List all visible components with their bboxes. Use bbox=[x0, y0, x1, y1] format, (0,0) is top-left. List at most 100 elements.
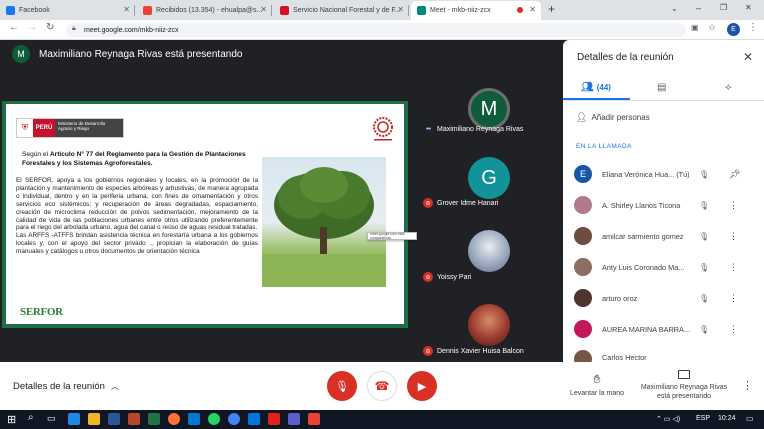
chat-icon: ▤ bbox=[657, 82, 667, 93]
close-tab-icon[interactable]: ✕ bbox=[529, 5, 536, 14]
url-field[interactable]: 🔒︎ meet.google.com/mkb-niiz-zcx bbox=[66, 23, 686, 37]
powerpoint-icon[interactable] bbox=[128, 413, 140, 425]
store-icon[interactable] bbox=[248, 413, 260, 425]
mic-off-icon: 🎙︎ bbox=[699, 231, 710, 241]
presenting-button[interactable]: Maximiliano Reynaga Rivas está presentan… bbox=[634, 370, 734, 401]
windows-start-icon[interactable]: ⊞ bbox=[7, 413, 16, 426]
speaking-indicator-icon: ••• bbox=[425, 125, 431, 133]
outlook-icon[interactable] bbox=[188, 413, 200, 425]
profile-avatar[interactable]: E bbox=[727, 23, 740, 36]
participant-photo-avatar bbox=[574, 320, 592, 338]
browser-menu-icon[interactable]: ⋮ bbox=[748, 22, 758, 33]
browser-tab-meet[interactable]: Meet - mkb-niiz-zcx ✕ bbox=[411, 1, 541, 20]
task-view-icon[interactable]: ▭ bbox=[47, 413, 56, 424]
system-tray-icons[interactable]: ⌃ ▭ ◁) bbox=[656, 415, 680, 423]
acrobat-icon[interactable] bbox=[268, 413, 280, 425]
notifications-icon[interactable]: ▭ bbox=[746, 414, 754, 423]
excel-icon[interactable] bbox=[148, 413, 160, 425]
meeting-details-button[interactable]: Detalles de la reunión ︿ bbox=[13, 381, 119, 392]
add-people-button[interactable]: 👤︎ Añadir personas bbox=[576, 112, 650, 123]
participant-name: amilcar sarmiento gomez bbox=[602, 231, 684, 241]
participant-name: A. Shirley Llanos Ticona bbox=[602, 200, 681, 210]
tab-people[interactable]: 👥︎ (44) bbox=[581, 82, 611, 93]
close-tab-icon[interactable]: ✕ bbox=[260, 5, 267, 14]
participant-name: Eliana Verónica Hua... (Tú) bbox=[602, 169, 690, 179]
participant-name: Dennis Xavier Huisa Balcon bbox=[437, 347, 524, 355]
browser-tab-serfor[interactable]: Servicio Nacional Forestal y de F... ✕ bbox=[274, 1, 409, 20]
tree-photo bbox=[262, 157, 386, 287]
slide-heading-prefix: Según el bbox=[22, 151, 50, 158]
more-options-icon[interactable]: ⋮ bbox=[729, 324, 738, 335]
address-bar: ← → ↻ 🔒︎ meet.google.com/mkb-niiz-zcx ▣ … bbox=[0, 20, 764, 40]
tab-activities[interactable]: ⟡ bbox=[725, 82, 732, 93]
participant-row[interactable]: Anty Luis Coronado Ma... 🎙︎ ⋮ bbox=[574, 257, 754, 277]
reload-icon[interactable]: ↻ bbox=[46, 22, 54, 33]
leave-call-button[interactable]: ☎︎ bbox=[367, 371, 397, 401]
new-tab-button[interactable]: + bbox=[548, 2, 555, 16]
tab-search-icon[interactable]: ⌄ bbox=[671, 4, 678, 13]
in-call-heading: EN LA LLAMADA bbox=[576, 143, 632, 150]
hang-up-icon: ☎︎ bbox=[374, 379, 390, 393]
pin-icon[interactable]: 📌︎ bbox=[729, 169, 740, 180]
camera-off-icon: ▶︎ bbox=[417, 380, 427, 393]
more-options-icon[interactable]: ⋮ bbox=[729, 231, 738, 242]
close-tab-icon[interactable]: ✕ bbox=[123, 5, 130, 14]
url-text: meet.google.com/mkb-niiz-zcx bbox=[84, 26, 179, 34]
meeting-details-label: Detalles de la reunión bbox=[13, 381, 105, 392]
participant-name: arturo oroz bbox=[602, 293, 638, 303]
word-icon[interactable] bbox=[108, 413, 120, 425]
camera-in-use-icon[interactable]: ▣ bbox=[691, 23, 699, 32]
more-options-icon[interactable]: ⋮ bbox=[729, 200, 738, 211]
activities-icon: ⟡ bbox=[725, 82, 732, 93]
meet-icon bbox=[417, 6, 426, 15]
browser-tab-facebook[interactable]: Facebook ✕ bbox=[0, 1, 135, 20]
serfor-logo: SERFOR bbox=[20, 306, 63, 318]
meeting-details-panel: Detalles de la reunión ✕ 👥︎ (44) ▤ ⟡ 👤︎ … bbox=[563, 40, 764, 362]
close-tab-icon[interactable]: ✕ bbox=[397, 5, 404, 14]
back-icon[interactable]: ← bbox=[9, 22, 19, 33]
close-panel-icon[interactable]: ✕ bbox=[743, 50, 753, 64]
mic-off-icon: 🎙︎ bbox=[699, 293, 710, 303]
more-options-icon[interactable]: ⋮ bbox=[729, 262, 738, 273]
minimize-icon[interactable]: – bbox=[696, 3, 701, 13]
gmail-taskbar-icon[interactable] bbox=[308, 413, 320, 425]
participant-row[interactable]: amilcar sarmiento gomez 🎙︎ ⋮ bbox=[574, 226, 754, 246]
presenter-banner-text: Maximiliano Reynaga Rivas está presentan… bbox=[39, 48, 243, 60]
bookmark-star-icon[interactable]: ☆ bbox=[708, 22, 716, 33]
participant-photo-avatar bbox=[574, 196, 592, 214]
presenter-avatar: M bbox=[12, 45, 30, 63]
participant-tile-name: ••• Maximiliano Reynaga Rivas bbox=[423, 124, 524, 134]
edge-icon[interactable] bbox=[68, 413, 80, 425]
whatsapp-icon[interactable] bbox=[208, 413, 220, 425]
participant-name: Carlos Hector bbox=[602, 353, 647, 362]
participant-row[interactable]: AUREA MARINA BARRA... 🎙︎ ⋮ bbox=[574, 319, 754, 339]
mic-off-icon: ⊘ bbox=[423, 346, 433, 356]
participant-row[interactable]: arturo oroz 🎙︎ ⋮ bbox=[574, 288, 754, 308]
camera-toggle-button[interactable]: ▶︎ bbox=[407, 371, 437, 401]
search-icon[interactable]: ⌕ bbox=[28, 412, 34, 423]
participant-photo-avatar bbox=[468, 304, 510, 346]
mic-off-icon: 🎙︎ bbox=[699, 262, 710, 272]
more-options-icon[interactable]: ⋮ bbox=[729, 293, 738, 304]
forward-icon[interactable]: → bbox=[27, 22, 37, 33]
language-indicator[interactable]: ESP bbox=[696, 415, 710, 422]
participant-row[interactable]: E Eliana Verónica Hua... (Tú) 🎙︎ 📌︎ bbox=[574, 164, 754, 184]
browser-tab-gmail[interactable]: Recibidos (13.354) - ehualpa@s... ✕ bbox=[137, 1, 272, 20]
firefox-icon[interactable] bbox=[168, 413, 180, 425]
shared-screen: ⛨ PERÚ Ministerio de Desarrollo Agrario … bbox=[0, 98, 417, 370]
close-window-icon[interactable]: ✕ bbox=[745, 3, 752, 12]
microphone-toggle-button[interactable]: 🎙︎ bbox=[327, 371, 357, 401]
restore-icon[interactable]: ❐ bbox=[720, 3, 727, 12]
participant-row[interactable]: Carlos Hector bbox=[574, 350, 754, 362]
chevron-up-icon: ︿ bbox=[110, 382, 119, 391]
tab-chat[interactable]: ▤ bbox=[657, 82, 666, 93]
divider bbox=[563, 100, 764, 101]
participant-row[interactable]: A. Shirley Llanos Ticona 🎙︎ ⋮ bbox=[574, 195, 754, 215]
add-people-label: Añadir personas bbox=[591, 113, 650, 122]
more-options-icon[interactable]: ⋮ bbox=[742, 379, 753, 392]
file-explorer-icon[interactable] bbox=[88, 413, 100, 425]
clock[interactable]: 10:24 bbox=[718, 415, 736, 422]
chrome-icon[interactable] bbox=[228, 413, 240, 425]
raise-hand-button[interactable]: ✋︎ Levantar la mano bbox=[567, 372, 627, 397]
teams-icon[interactable] bbox=[288, 413, 300, 425]
